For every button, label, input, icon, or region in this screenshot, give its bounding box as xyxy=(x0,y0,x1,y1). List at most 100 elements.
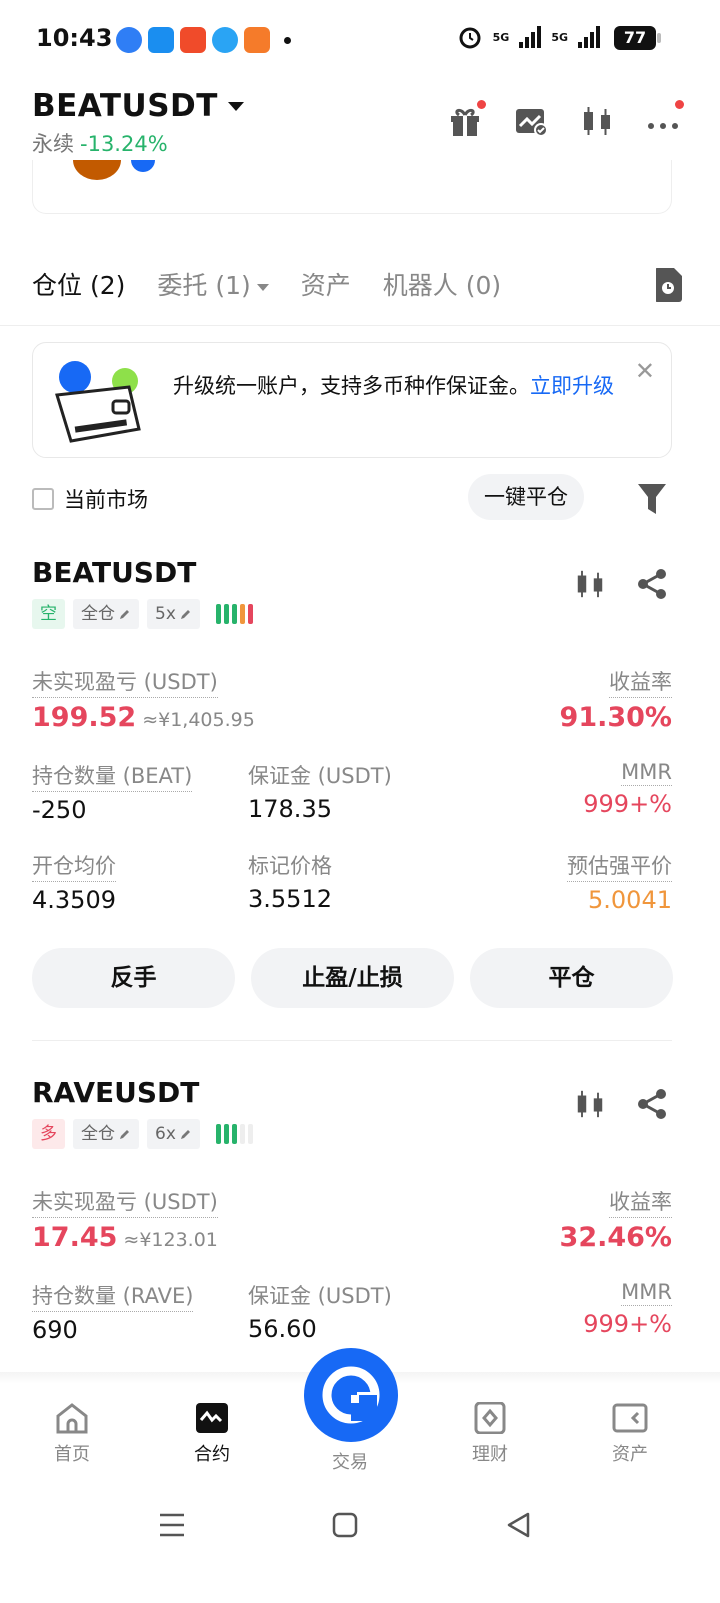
filter-icon[interactable] xyxy=(638,484,666,514)
symbol-title: BEATUSDT xyxy=(32,88,218,124)
trade-button[interactable] xyxy=(304,1348,398,1442)
nav-contract[interactable]: 合约 xyxy=(162,1402,262,1466)
clock: 10:43 xyxy=(36,24,113,52)
app-icon-4 xyxy=(212,27,238,53)
reverse-button[interactable]: 反手 xyxy=(32,948,235,1008)
wallet-outline-icon xyxy=(612,1403,648,1433)
position-tags: 多 全仓 6x xyxy=(32,1119,672,1149)
nav-assets-label: 资产 xyxy=(612,1444,648,1465)
contract-type: 永续 xyxy=(32,132,74,156)
pnl-value: 17.45 xyxy=(32,1222,118,1253)
position-card: RAVEUSDT 多 全仓 6x 未实现盈亏 (USDT) 17.45 ≈¥123… xyxy=(32,1076,672,1376)
nav-trade-label: 交易 xyxy=(332,1452,368,1473)
leverage-tag[interactable]: 6x xyxy=(147,1119,200,1149)
leverage-label: 6x xyxy=(155,1124,176,1144)
leverage-label: 5x xyxy=(155,604,176,624)
roe-label: 收益率 xyxy=(609,666,672,698)
filter-row: 当前市场 一键平仓 xyxy=(32,474,672,524)
candlestick-icon[interactable] xyxy=(574,1088,606,1120)
trade-logo-icon xyxy=(322,1366,380,1424)
symbol-selector[interactable]: BEATUSDT xyxy=(32,88,244,124)
roe-value: 91.30% xyxy=(559,702,672,733)
divider xyxy=(0,325,720,326)
tab-positions[interactable]: 仓位 (2) xyxy=(32,266,125,302)
system-nav-bar xyxy=(0,1500,720,1603)
alarm-icon xyxy=(459,27,481,49)
side-badge: 多 xyxy=(32,1119,65,1149)
menu-icon[interactable] xyxy=(158,1512,186,1538)
tab-assets[interactable]: 资产 xyxy=(301,266,351,302)
margin-mode-tag[interactable]: 全仓 xyxy=(73,1119,139,1149)
coin-icons xyxy=(73,160,155,180)
app-icon-1 xyxy=(116,27,142,53)
nav-contract-label: 合约 xyxy=(194,1444,230,1465)
collapsed-banner xyxy=(32,160,672,214)
candlestick-button[interactable] xyxy=(580,104,614,138)
nav-home[interactable]: 首页 xyxy=(22,1402,122,1466)
nav-finance-label: 理财 xyxy=(472,1444,508,1465)
notification-icons xyxy=(116,27,291,53)
chart-button[interactable] xyxy=(514,104,548,138)
home-icon xyxy=(56,1403,88,1434)
back-triangle-icon[interactable] xyxy=(506,1512,532,1538)
nav-home-label: 首页 xyxy=(54,1444,90,1465)
pnl-label: 未实现盈亏 (USDT) xyxy=(32,1186,218,1218)
margin-value: 56.60 xyxy=(248,1315,317,1343)
tp-sl-button[interactable]: 止盈/止损 xyxy=(251,948,454,1008)
margin-value: 178.35 xyxy=(248,795,332,823)
upgrade-banner[interactable]: 升级统一账户，支持多币种作保证金。立即升级 ✕ xyxy=(32,342,672,458)
finance-icon xyxy=(474,1402,506,1434)
qty-row: 持仓数量 (BEAT) -250 保证金 (USDT) 178.35 MMR 9… xyxy=(32,760,672,824)
pnl-label: 未实现盈亏 (USDT) xyxy=(32,666,218,698)
position-buttons: 反手 止盈/止损 平仓 xyxy=(32,948,673,1008)
leverage-tag[interactable]: 5x xyxy=(147,599,200,629)
current-market-label: 当前市场 xyxy=(64,488,148,512)
roe-value: 32.46% xyxy=(559,1222,672,1253)
more-dots-icon xyxy=(648,123,678,129)
edit-icon xyxy=(180,610,190,619)
qty-label: 持仓数量 (RAVE) xyxy=(32,1280,194,1312)
tab-orders-label: 委托 (1) xyxy=(157,271,251,300)
signal-1-icon xyxy=(519,26,542,48)
margin-mode-label: 全仓 xyxy=(81,1124,115,1144)
close-icon[interactable]: ✕ xyxy=(635,357,655,385)
app-icon-5 xyxy=(244,27,270,53)
upgrade-message: 升级统一账户，支持多币种作保证金。 xyxy=(173,374,530,398)
nav-assets[interactable]: 资产 xyxy=(580,1402,680,1466)
candlestick-icon xyxy=(584,107,610,135)
nav-finance[interactable]: 理财 xyxy=(440,1402,540,1466)
close-all-button[interactable]: 一键平仓 xyxy=(468,474,584,520)
network-type-1: 5G xyxy=(492,30,510,44)
share-icon[interactable] xyxy=(636,568,668,600)
chevron-down-icon xyxy=(256,283,269,291)
network-type-2: 5G xyxy=(551,30,568,44)
edit-icon xyxy=(120,610,129,619)
tab-orders[interactable]: 委托 (1) xyxy=(157,266,269,302)
qty-row: 持仓数量 (RAVE) 690 保证金 (USDT) 56.60 MMR 999… xyxy=(32,1280,672,1344)
app-icon-2 xyxy=(148,27,174,53)
margin-mode-tag[interactable]: 全仓 xyxy=(73,599,139,629)
tab-bots[interactable]: 机器人 (0) xyxy=(383,266,501,302)
edit-icon xyxy=(120,1130,129,1139)
pnl-cny: ≈¥123.01 xyxy=(123,1229,218,1251)
share-icon[interactable] xyxy=(636,1088,668,1120)
candlestick-icon[interactable] xyxy=(574,568,606,600)
gift-button[interactable] xyxy=(448,100,486,138)
margin-mode-label: 全仓 xyxy=(81,604,115,624)
mmr-value: 999+% xyxy=(583,790,672,818)
side-badge: 空 xyxy=(32,599,65,629)
history-doc-icon[interactable] xyxy=(654,268,682,302)
home-square-icon[interactable] xyxy=(332,1512,358,1538)
mmr-label: MMR xyxy=(621,1280,672,1306)
edit-icon xyxy=(180,1130,190,1139)
upgrade-link[interactable]: 立即升级 xyxy=(530,374,614,398)
close-position-button[interactable]: 平仓 xyxy=(470,948,673,1008)
more-button[interactable] xyxy=(646,100,684,138)
battery-indicator: 77 xyxy=(614,26,661,50)
position-actions xyxy=(574,568,668,600)
current-market-checkbox[interactable] xyxy=(32,488,54,510)
market-header[interactable]: BEATUSDT 永续 -13.24% xyxy=(32,88,244,158)
liq-price-label: 预估强平价 xyxy=(567,850,672,882)
position-actions xyxy=(574,1088,668,1120)
pnl-value: 199.52 xyxy=(32,702,137,733)
